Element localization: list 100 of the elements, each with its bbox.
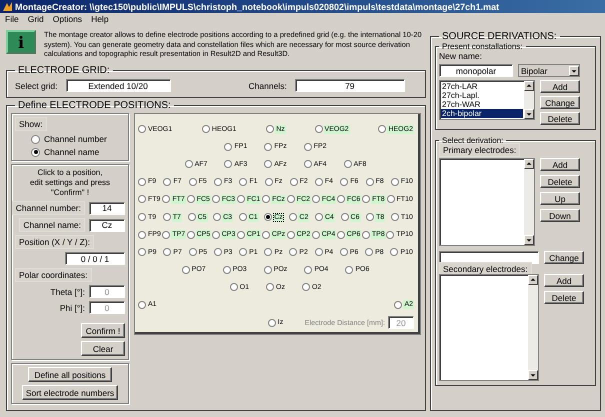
radio-circle[interactable] <box>138 178 146 186</box>
action-button[interactable]: Add <box>544 274 584 287</box>
radio-circle[interactable] <box>390 178 399 186</box>
show-radio[interactable]: Channel name <box>31 147 125 157</box>
grid-field[interactable]: Extended 10/20 <box>66 79 171 92</box>
radio-circle[interactable] <box>188 248 197 256</box>
radio-circle[interactable] <box>264 178 273 186</box>
list-item[interactable]: 27ch-LAR <box>441 82 523 91</box>
radio-circle[interactable] <box>138 248 146 256</box>
menu-item[interactable]: Help <box>91 14 109 24</box>
list-item[interactable]: 27ch-WAR <box>441 100 523 109</box>
radio-circle[interactable] <box>266 283 274 292</box>
radio-circle[interactable] <box>366 213 374 221</box>
change-button[interactable]: Change <box>544 251 584 264</box>
radio-circle[interactable] <box>182 266 190 274</box>
radio-circle[interactable] <box>302 283 310 292</box>
radio-circle[interactable] <box>162 230 170 239</box>
radio-circle[interactable] <box>304 160 312 168</box>
derivation-field[interactable] <box>439 251 539 264</box>
radio-circle[interactable] <box>289 213 298 221</box>
name-field[interactable]: monopolar <box>439 64 513 77</box>
radio-circle[interactable] <box>286 230 295 239</box>
action-button[interactable]: Delete <box>544 291 584 304</box>
channel-name-field[interactable]: Cz <box>89 218 125 232</box>
menu-item[interactable]: File <box>5 14 19 24</box>
radio-circle[interactable] <box>264 248 272 256</box>
radio-circle[interactable] <box>138 230 146 239</box>
action-button[interactable]: Delete <box>540 175 580 188</box>
radio-circle[interactable] <box>163 248 172 256</box>
radio-circle[interactable] <box>188 213 196 221</box>
radio-circle[interactable] <box>212 230 220 239</box>
radio-circle[interactable] <box>266 125 274 134</box>
radio-circle[interactable] <box>264 266 272 274</box>
action-button[interactable]: Clear <box>81 341 125 356</box>
radio-circle[interactable] <box>236 195 245 204</box>
show-radio[interactable]: Channel number <box>31 134 125 144</box>
radio-circle[interactable] <box>163 178 172 186</box>
radio-circle[interactable] <box>378 125 386 134</box>
radio-circle[interactable] <box>230 283 238 292</box>
action-button[interactable]: Down <box>540 209 580 222</box>
radio-circle[interactable] <box>238 213 247 221</box>
radio-circle[interactable] <box>184 160 193 168</box>
list-item[interactable]: 2ch-bipolar <box>441 109 523 118</box>
radio-circle[interactable] <box>365 248 374 256</box>
radio-circle[interactable] <box>264 213 272 221</box>
radio-circle[interactable] <box>345 266 354 274</box>
radio-circle[interactable] <box>344 160 352 168</box>
radio-circle[interactable] <box>224 142 232 151</box>
radio-circle[interactable] <box>386 230 394 239</box>
type-dropdown[interactable]: Bipolar <box>518 64 580 77</box>
radio-circle[interactable] <box>337 195 346 204</box>
radio-circle[interactable] <box>138 125 146 134</box>
radio-circle[interactable] <box>314 213 323 221</box>
radio-circle[interactable] <box>162 213 171 221</box>
radio-circle[interactable] <box>390 213 399 221</box>
list-item[interactable]: 27ch-Lapl. <box>441 91 523 100</box>
radio-circle[interactable] <box>268 318 276 327</box>
radio-circle[interactable] <box>188 178 197 186</box>
radio-circle[interactable] <box>366 178 374 186</box>
radio-circle[interactable] <box>336 230 345 239</box>
radio-circle[interactable] <box>31 134 40 144</box>
radio-circle[interactable] <box>286 195 295 204</box>
action-button[interactable]: Confirm ! <box>81 323 125 338</box>
radio-circle[interactable] <box>312 195 320 204</box>
menu-item[interactable]: Options <box>52 14 82 24</box>
radio-circle[interactable] <box>390 248 398 256</box>
radio-circle[interactable] <box>362 230 370 239</box>
radio-circle[interactable] <box>213 213 222 221</box>
radio-circle[interactable] <box>289 248 298 256</box>
radio-circle[interactable] <box>262 230 270 239</box>
radio-circle[interactable] <box>214 248 222 256</box>
radio-circle[interactable] <box>162 195 170 204</box>
radio-circle[interactable] <box>262 195 270 204</box>
channels-field[interactable]: 79 <box>294 79 405 92</box>
action-button[interactable]: Add <box>540 80 580 93</box>
radio-circle[interactable] <box>31 148 40 156</box>
radio-circle[interactable] <box>314 248 323 256</box>
radio-circle[interactable] <box>138 213 146 221</box>
radio-circle[interactable] <box>202 125 210 134</box>
radio-circle[interactable] <box>312 230 320 239</box>
radio-circle[interactable] <box>186 230 195 239</box>
radio-circle[interactable] <box>340 248 348 256</box>
radio-circle[interactable] <box>340 178 348 186</box>
position-field[interactable]: 0 / 0 / 1 <box>65 252 125 265</box>
radio-circle[interactable] <box>239 178 248 186</box>
radio-circle[interactable] <box>212 195 220 204</box>
radio-circle[interactable] <box>138 300 146 309</box>
radio-circle[interactable] <box>314 125 323 134</box>
action-button[interactable]: Define all positions <box>28 367 112 382</box>
radio-circle[interactable] <box>224 160 232 168</box>
menu-item[interactable]: Grid <box>28 14 44 24</box>
radio-circle[interactable] <box>340 213 349 221</box>
action-button[interactable]: Change <box>540 96 580 109</box>
action-button[interactable]: Add <box>540 158 580 171</box>
radio-circle[interactable] <box>394 300 402 309</box>
radio-circle[interactable] <box>264 142 272 151</box>
radio-circle[interactable] <box>222 266 231 274</box>
action-button[interactable]: Up <box>540 192 580 205</box>
radio-circle[interactable] <box>239 248 248 256</box>
radio-circle[interactable] <box>290 178 298 186</box>
